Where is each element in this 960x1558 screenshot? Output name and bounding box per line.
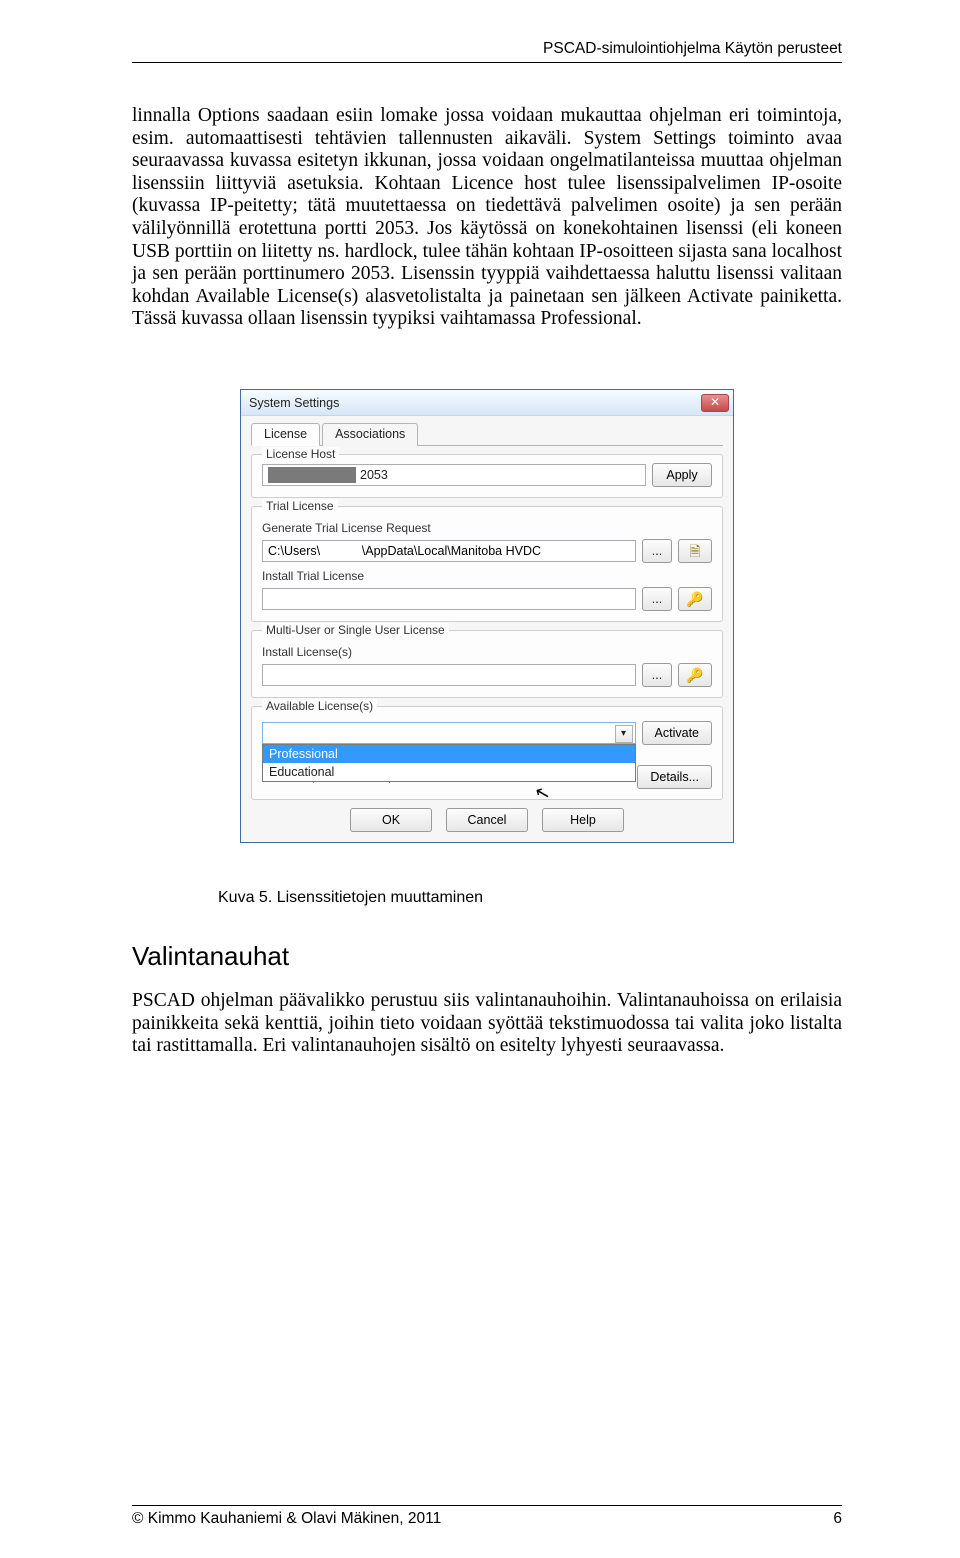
trial-browse-button[interactable]: ... (642, 539, 672, 563)
footer-rule (132, 1505, 842, 1506)
license-select[interactable]: ▾ Professional Educational ↖ (262, 722, 636, 744)
system-settings-dialog: System Settings ✕ License Associations L… (240, 389, 734, 843)
cancel-button[interactable]: Cancel (446, 808, 528, 832)
option-professional[interactable]: Professional (263, 745, 635, 763)
install-licenses-key-button[interactable]: 🔑 (678, 663, 712, 687)
multi-user-group: Multi-User or Single User License Instal… (251, 630, 723, 698)
apply-button[interactable]: Apply (652, 463, 712, 487)
trial-license-legend: Trial License (262, 499, 338, 513)
header-rule (132, 62, 842, 63)
close-button[interactable]: ✕ (701, 394, 729, 412)
body-paragraph: linnalla Options saadaan esiin lomake jo… (132, 105, 842, 331)
trial-path-input[interactable] (262, 540, 636, 562)
section-heading: Valintanauhat (132, 941, 842, 972)
generate-trial-label: Generate Trial License Request (262, 521, 712, 535)
tab-bar: License Associations (251, 422, 723, 446)
dialog-title: System Settings (249, 396, 339, 410)
document-icon: 🗎 (689, 544, 700, 558)
license-dropdown-list: Professional Educational ↖ (262, 744, 636, 782)
trial-generate-button[interactable]: 🗎 (678, 539, 712, 563)
activate-button[interactable]: Activate (642, 721, 712, 745)
help-button[interactable]: Help (542, 808, 624, 832)
available-licenses-legend: Available License(s) (262, 699, 377, 713)
key-icon: 🔑 (686, 592, 703, 606)
license-host-group: License Host 2053 Apply (251, 454, 723, 498)
dialog-titlebar[interactable]: System Settings ✕ (241, 390, 733, 416)
option-educational[interactable]: Educational (263, 763, 635, 781)
multi-user-legend: Multi-User or Single User License (262, 623, 449, 637)
install-licenses-input[interactable] (262, 664, 636, 686)
license-host-input[interactable]: 2053 (262, 464, 646, 486)
details-button[interactable]: Details... (637, 765, 712, 789)
tab-license[interactable]: License (251, 423, 320, 446)
footer-right: 6 (833, 1510, 842, 1528)
chevron-down-icon: ▾ (615, 725, 633, 743)
license-host-legend: License Host (262, 447, 339, 461)
section-paragraph: PSCAD ohjelman päävalikko perustuu siis … (132, 990, 842, 1058)
page-header: PSCAD-simulointiohjelma Käytön perusteet (132, 40, 842, 58)
install-trial-label: Install Trial License (262, 569, 712, 583)
install-licenses-browse-button[interactable]: ... (642, 663, 672, 687)
page-footer: © Kimmo Kauhaniemi & Olavi Mäkinen, 2011… (132, 1505, 842, 1528)
available-licenses-group: Available License(s) ▾ Professional Educ… (251, 706, 723, 800)
trial-license-group: Trial License Generate Trial License Req… (251, 506, 723, 622)
install-trial-input[interactable] (262, 588, 636, 610)
install-trial-key-button[interactable]: 🔑 (678, 587, 712, 611)
footer-left: © Kimmo Kauhaniemi & Olavi Mäkinen, 2011 (132, 1510, 441, 1528)
figure-caption: Kuva 5. Lisenssitietojen muuttaminen (218, 889, 842, 907)
install-trial-browse-button[interactable]: ... (642, 587, 672, 611)
tab-associations[interactable]: Associations (322, 423, 418, 446)
license-host-value: 2053 (360, 468, 388, 482)
key-icon: 🔑 (686, 668, 703, 682)
ip-masked (268, 467, 356, 483)
ok-button[interactable]: OK (350, 808, 432, 832)
install-licenses-label: Install License(s) (262, 645, 712, 659)
